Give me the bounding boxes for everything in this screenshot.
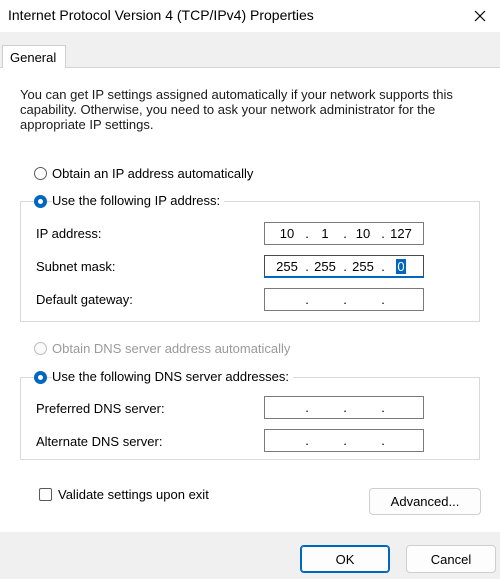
octet-separator: . [343, 292, 347, 307]
advanced-button[interactable]: Advanced... [369, 488, 481, 515]
subnet-mask-octet-4: 0 [396, 259, 406, 274]
ip-address-octet-3: 10 [355, 226, 371, 241]
tab-general-label: General [10, 50, 57, 65]
dns-auto-label[interactable]: Obtain DNS server address automatically [52, 341, 295, 356]
ip-address-octet-1: 10 [279, 226, 295, 241]
ip-address-octet-2: 1 [321, 226, 329, 241]
ip-auto-label[interactable]: Obtain an IP address automatically [52, 166, 258, 181]
octet-separator: . [343, 226, 347, 241]
octet-separator: . [381, 259, 385, 274]
ip-manual-label[interactable]: Use the following IP address: [52, 193, 225, 208]
validate-label[interactable]: Validate settings upon exit [58, 487, 209, 502]
octet-separator: . [381, 433, 385, 448]
dns-manual-radio[interactable] [34, 371, 47, 384]
validate-checkbox[interactable] [39, 488, 52, 501]
ip-address-octet-4: 127 [390, 226, 412, 241]
alternate-dns-input[interactable]: . . . [264, 429, 424, 452]
ip-manual-radio[interactable] [34, 195, 47, 208]
subnet-mask-octet-2: 255 [314, 259, 336, 274]
preferred-dns-label: Preferred DNS server: [36, 401, 165, 416]
octet-separator: . [343, 400, 347, 415]
octet-separator: . [381, 226, 385, 241]
octet-separator: . [343, 433, 347, 448]
cancel-button[interactable]: Cancel [406, 545, 496, 573]
default-gateway-input[interactable]: . . . [264, 288, 424, 311]
ip-auto-radio[interactable] [34, 167, 47, 180]
octet-separator: . [305, 259, 309, 274]
window-title: Internet Protocol Version 4 (TCP/IPv4) P… [8, 7, 314, 23]
dns-manual-label[interactable]: Use the following DNS server addresses: [52, 369, 293, 384]
dns-auto-radio[interactable] [34, 342, 47, 355]
subnet-mask-octet-4-cell: 0 [387, 259, 415, 274]
preferred-dns-input[interactable]: . . . [264, 396, 424, 419]
subnet-mask-octet-1: 255 [276, 259, 298, 274]
octet-separator: . [305, 226, 309, 241]
subnet-mask-input[interactable]: 255 . 255 . 255 . 0 [264, 255, 424, 278]
octet-separator: . [381, 400, 385, 415]
ip-address-input[interactable]: 10 . 1 . 10 . 127 [264, 222, 424, 245]
default-gateway-label: Default gateway: [36, 292, 133, 307]
close-button[interactable] [460, 0, 500, 32]
octet-separator: . [305, 433, 309, 448]
octet-separator: . [343, 259, 347, 274]
close-icon [474, 10, 486, 22]
subnet-mask-label: Subnet mask: [36, 259, 116, 274]
ok-button[interactable]: OK [300, 545, 390, 573]
description-text: You can get IP settings assigned automat… [20, 87, 453, 132]
octet-separator: . [381, 292, 385, 307]
octet-separator: . [305, 292, 309, 307]
octet-separator: . [305, 400, 309, 415]
subnet-mask-octet-3: 255 [352, 259, 374, 274]
alternate-dns-label: Alternate DNS server: [36, 434, 163, 449]
ip-address-label: IP address: [36, 226, 102, 241]
